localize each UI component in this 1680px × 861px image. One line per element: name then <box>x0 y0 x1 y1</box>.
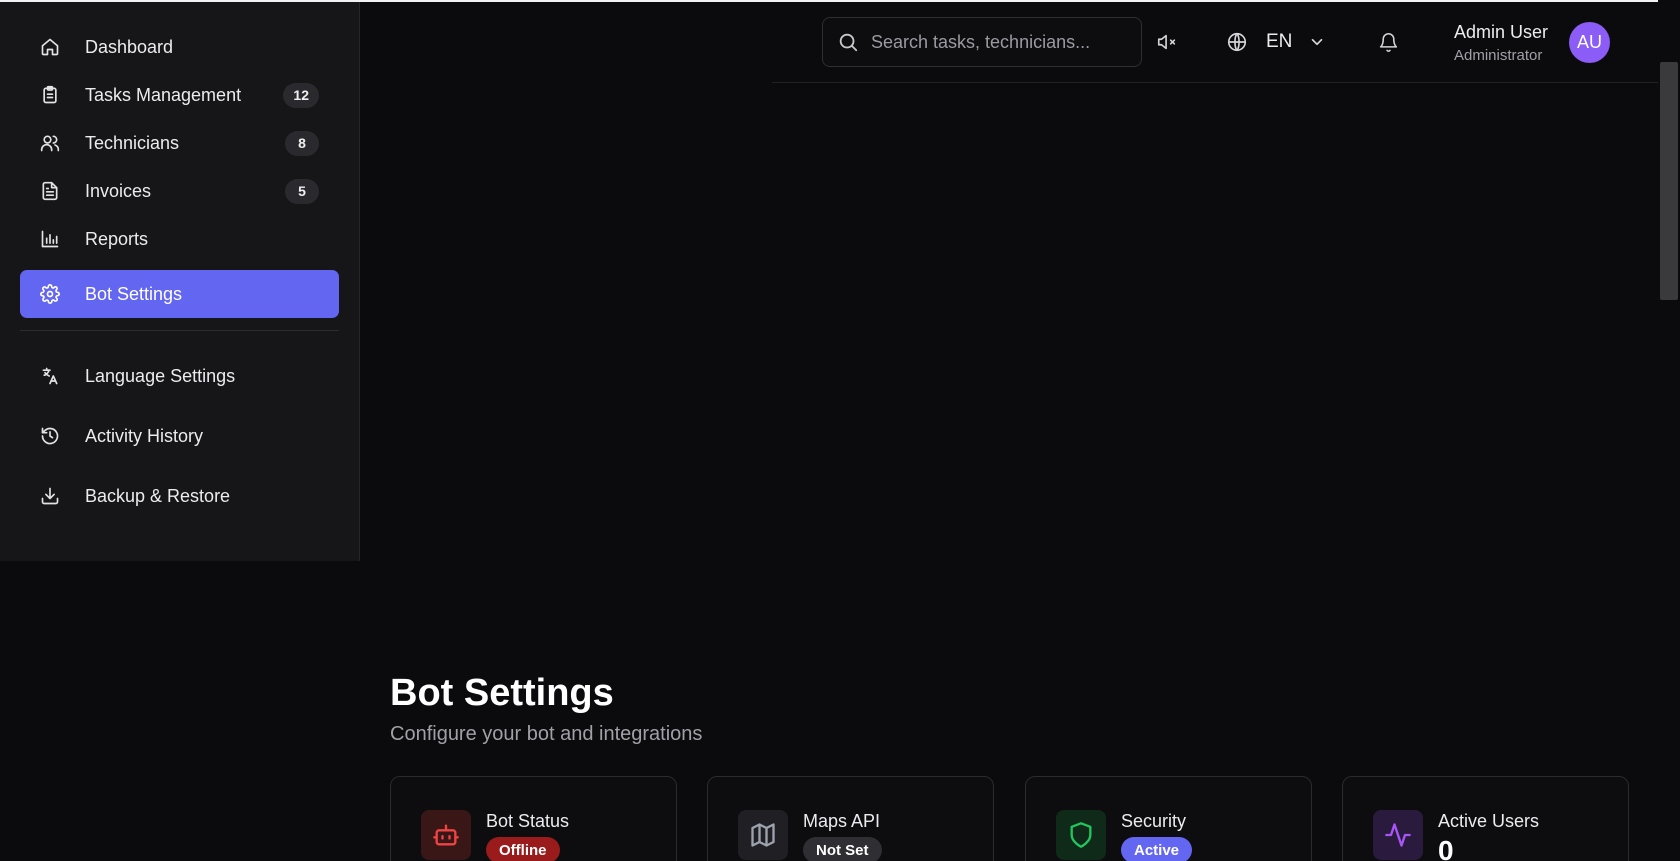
file-text-icon <box>38 179 62 203</box>
sidebar-item-reports[interactable]: Reports <box>20 215 339 263</box>
sidebar-item-label: Activity History <box>85 425 204 446</box>
mute-toggle-button[interactable] <box>1155 30 1179 54</box>
language-selector[interactable] <box>1225 30 1249 54</box>
users-icon <box>38 131 62 155</box>
card-title: Security <box>1121 811 1187 831</box>
card-title: Bot Status <box>486 811 570 831</box>
sidebar-item-backup-restore[interactable]: Backup & Restore <box>20 472 339 520</box>
sidebar-item-language-settings[interactable]: Language Settings <box>20 352 339 400</box>
status-badge: Offline <box>486 837 560 861</box>
sidebar-divider <box>20 330 339 331</box>
gear-icon <box>38 282 62 306</box>
header-divider <box>772 82 1660 83</box>
count-badge: 12 <box>283 82 319 108</box>
sidebar-item-label: Tasks Management <box>85 84 242 105</box>
sidebar-item-technicians[interactable]: Technicians 8 <box>20 119 339 167</box>
home-icon <box>38 35 62 59</box>
card-title: Active Users <box>1438 811 1540 831</box>
sidebar-item-label: Invoices <box>85 180 152 201</box>
sidebar: Dashboard Tasks Management 12 Technician… <box>0 2 360 561</box>
map-icon <box>738 810 788 860</box>
search-box[interactable] <box>822 17 1142 67</box>
sidebar-item-invoices[interactable]: Invoices 5 <box>20 167 339 215</box>
language-code[interactable]: EN <box>1266 31 1292 53</box>
page-subtitle: Configure your bot and integrations <box>390 723 703 745</box>
status-badge: Active <box>1121 837 1193 861</box>
active-users-count: 0 <box>1438 835 1454 861</box>
sidebar-item-tasks-management[interactable]: Tasks Management 12 <box>20 71 339 119</box>
status-badge: Not Set <box>803 837 882 861</box>
bot-icon <box>421 810 471 860</box>
sidebar-item-label: Reports <box>85 228 149 249</box>
clipboard-icon <box>38 83 62 107</box>
avatar[interactable]: AU <box>1569 22 1610 63</box>
card-bot-status: Bot Status Offline <box>390 776 677 861</box>
sidebar-item-label: Backup & Restore <box>85 485 231 506</box>
search-input[interactable] <box>871 31 1131 53</box>
count-badge: 5 <box>285 178 319 204</box>
notifications-button[interactable] <box>1376 30 1400 54</box>
count-badge: 8 <box>285 130 319 156</box>
history-icon <box>38 424 62 448</box>
sidebar-item-bot-settings[interactable]: Bot Settings <box>20 270 339 318</box>
translate-icon <box>38 364 62 388</box>
volume-mute-icon <box>1157 34 1176 50</box>
scrollbar-thumb[interactable] <box>1660 62 1678 300</box>
sidebar-item-label: Language Settings <box>85 365 236 386</box>
search-icon <box>839 33 858 52</box>
bell-icon <box>1379 32 1397 52</box>
globe-icon <box>1227 32 1247 52</box>
sidebar-item-label: Technicians <box>85 132 180 153</box>
sidebar-item-dashboard[interactable]: Dashboard <box>20 23 339 71</box>
sidebar-item-label: Bot Settings <box>85 283 183 304</box>
sidebar-item-label: Dashboard <box>85 36 174 57</box>
user-name: Admin User <box>1454 22 1549 42</box>
chevron-down-icon <box>1311 38 1323 46</box>
shield-icon <box>1056 810 1106 860</box>
language-dropdown-button[interactable] <box>1306 31 1328 53</box>
activity-icon <box>1373 810 1423 860</box>
card-title: Maps API <box>803 811 881 831</box>
card-security: Security Active <box>1025 776 1312 861</box>
bar-chart-icon <box>38 227 62 251</box>
card-maps-api: Maps API Not Set <box>707 776 994 861</box>
sidebar-item-activity-history[interactable]: Activity History <box>20 412 339 460</box>
page-title: Bot Settings <box>390 672 614 714</box>
card-active-users: Active Users 0 <box>1342 776 1629 861</box>
download-icon <box>38 484 62 508</box>
user-role: Administrator <box>1454 47 1543 64</box>
